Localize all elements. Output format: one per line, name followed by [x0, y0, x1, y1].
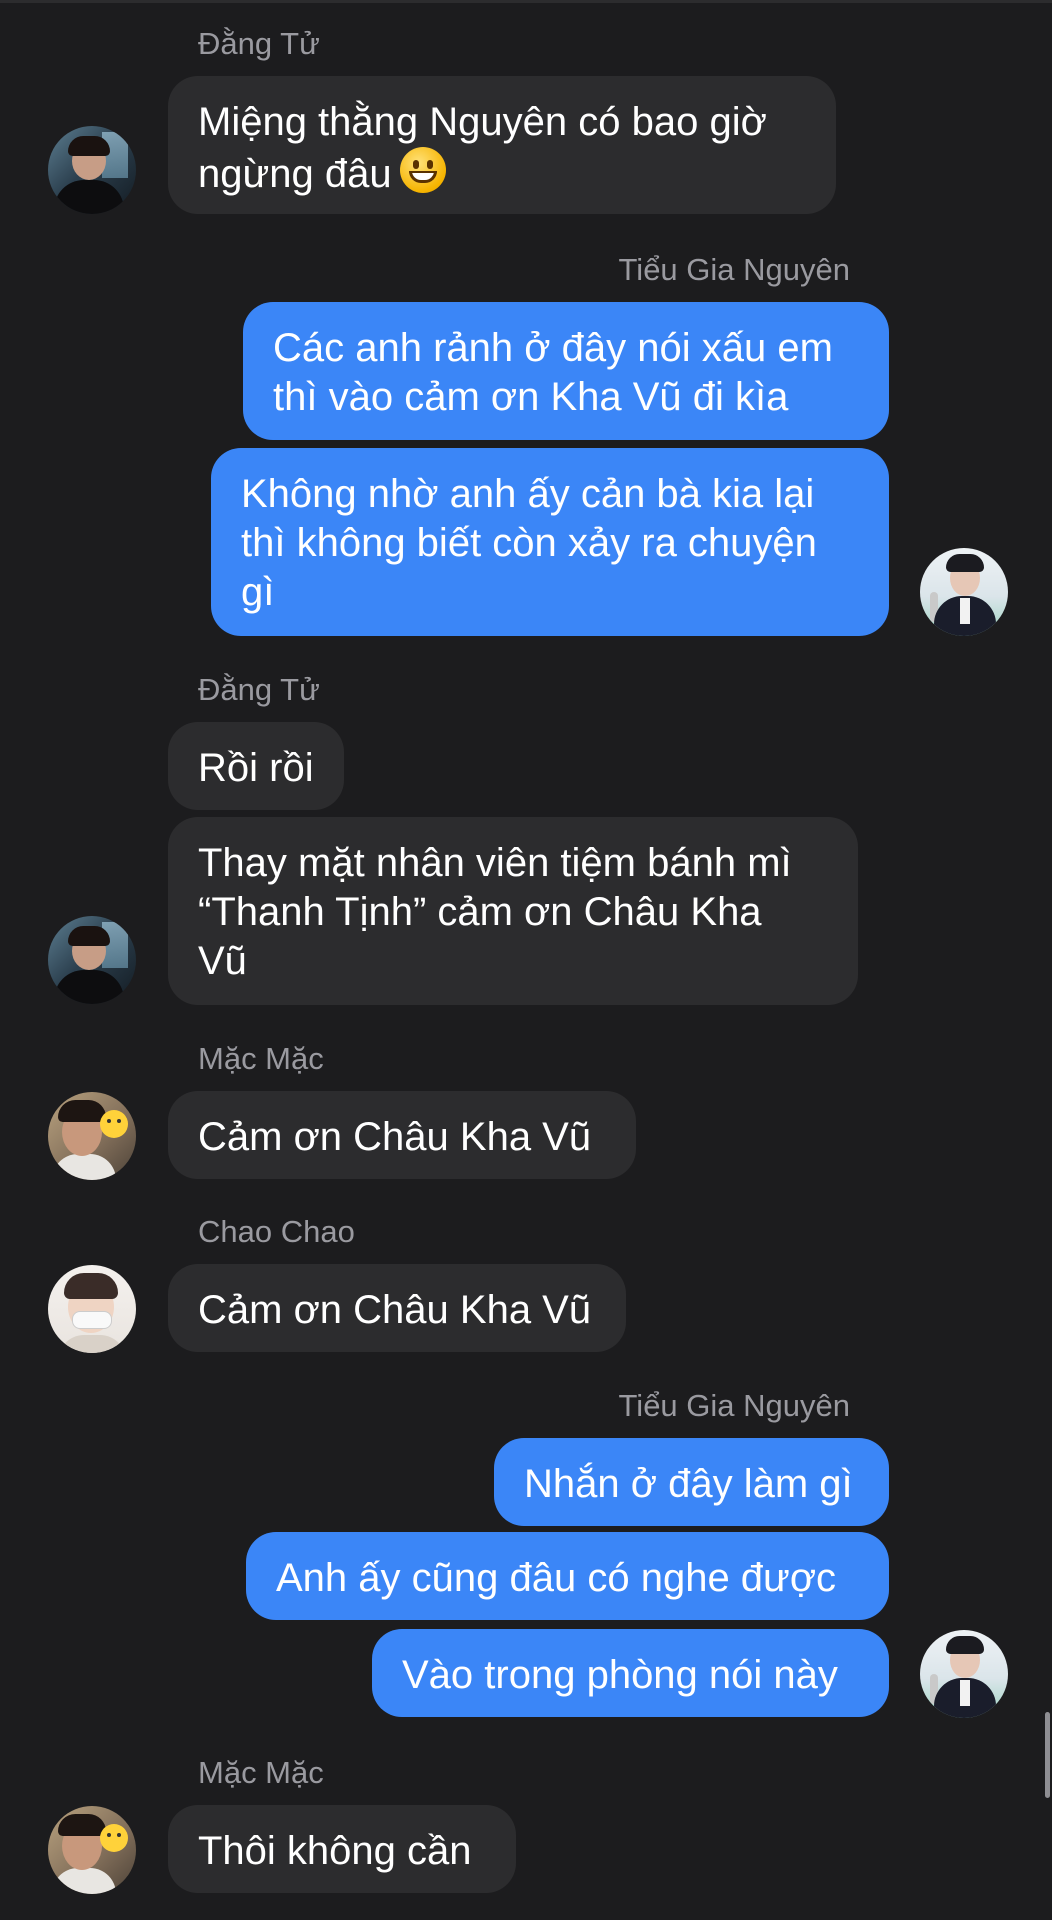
message-bubble[interactable]: Các anh rảnh ở đây nói xấu em thì vào cả… [243, 302, 889, 440]
message-bubble[interactable]: Thôi không cần [168, 1805, 516, 1893]
sender-name: Tiểu Gia Nguyên [618, 1388, 850, 1423]
avatar[interactable] [48, 1806, 136, 1894]
message-bubble[interactable]: Rồi rồi [168, 722, 344, 810]
top-divider [0, 0, 1052, 3]
message-bubble[interactable]: Anh ấy cũng đâu có nghe được [246, 1532, 889, 1620]
message-bubble[interactable]: Không nhờ anh ấy cản bà kia lại thì khôn… [211, 448, 889, 636]
avatar[interactable] [48, 126, 136, 214]
avatar[interactable] [48, 916, 136, 1004]
sender-name: Đằng Tử [198, 672, 320, 707]
sender-name: Mặc Mặc [198, 1041, 324, 1076]
message-text: Miệng thằng Nguyên có bao giờ ngừng đâu [198, 100, 767, 196]
message-bubble[interactable]: Thay mặt nhân viên tiệm bánh mì “Thanh T… [168, 817, 858, 1005]
message-bubble[interactable]: Cảm ơn Châu Kha Vũ [168, 1264, 626, 1352]
avatar[interactable] [48, 1265, 136, 1353]
grinning-face-icon [399, 147, 446, 193]
message-bubble[interactable]: Vào trong phòng nói này [372, 1629, 889, 1717]
scrollbar[interactable] [1045, 1712, 1050, 1798]
message-bubble[interactable]: Nhắn ở đây làm gì [494, 1438, 889, 1526]
avatar[interactable] [920, 1630, 1008, 1718]
sender-name: Đằng Tử [198, 26, 320, 61]
sender-name: Tiểu Gia Nguyên [618, 252, 850, 287]
sender-name: Mặc Mặc [198, 1755, 324, 1790]
message-bubble[interactable]: Cảm ơn Châu Kha Vũ [168, 1091, 636, 1179]
message-bubble[interactable]: Miệng thằng Nguyên có bao giờ ngừng đâu [168, 76, 836, 214]
sender-name: Chao Chao [198, 1214, 355, 1249]
avatar[interactable] [920, 548, 1008, 636]
avatar[interactable] [48, 1092, 136, 1180]
